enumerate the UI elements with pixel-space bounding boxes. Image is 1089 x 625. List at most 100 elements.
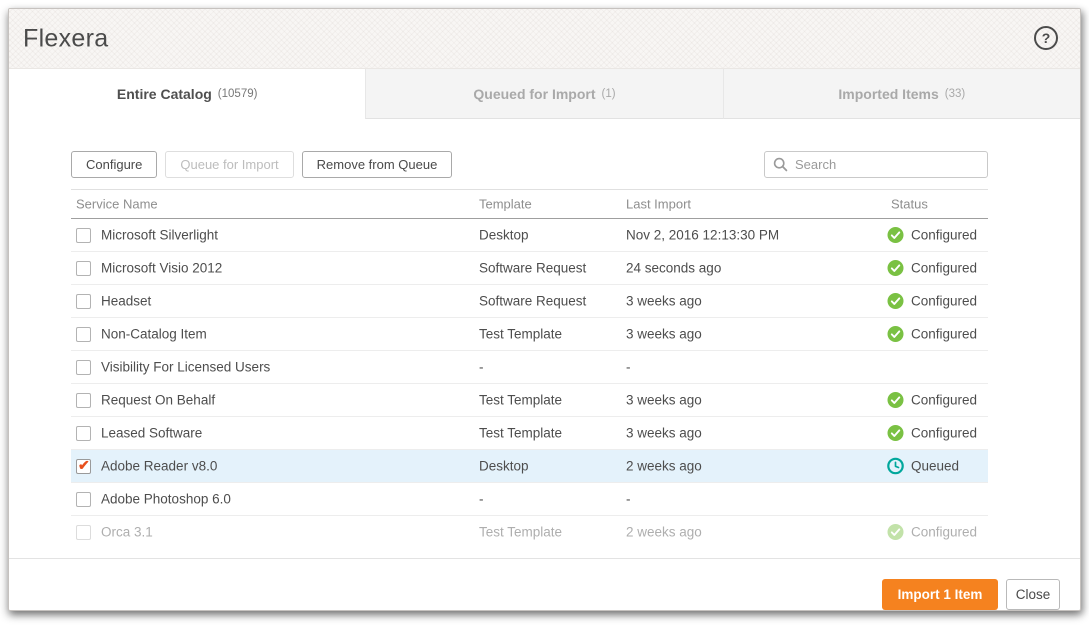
row-checkbox[interactable] xyxy=(76,393,91,408)
tab-count: (1) xyxy=(602,88,616,100)
status-cell: Configured xyxy=(887,293,977,310)
last-import-cell: 2 weeks ago xyxy=(626,525,702,540)
question-mark-circle-icon[interactable]: ? xyxy=(1034,26,1058,50)
service-name-cell: Microsoft Visio 2012 xyxy=(101,261,222,276)
last-import-cell: 3 weeks ago xyxy=(626,327,702,342)
status-cell: Configured xyxy=(887,392,977,409)
remove-from-queue-button[interactable]: Remove from Queue xyxy=(302,151,453,178)
column-header-last-import[interactable]: Last Import xyxy=(626,197,691,212)
check-circle-icon xyxy=(887,524,904,541)
service-name-cell: Microsoft Silverlight xyxy=(101,228,218,243)
table-row[interactable]: Adobe Reader v8.0 Desktop 2 weeks ago Qu… xyxy=(71,450,988,483)
close-button[interactable]: Close xyxy=(1006,579,1060,610)
status-cell: Configured xyxy=(887,524,977,541)
search-box xyxy=(764,151,988,178)
row-checkbox[interactable] xyxy=(76,360,91,375)
configure-button[interactable]: Configure xyxy=(71,151,157,178)
template-cell: Software Request xyxy=(479,294,586,309)
check-circle-icon xyxy=(887,293,904,310)
last-import-cell: - xyxy=(626,360,631,375)
queue-for-import-button[interactable]: Queue for Import xyxy=(165,151,293,178)
search-input[interactable] xyxy=(795,157,979,172)
service-name-cell: Adobe Reader v8.0 xyxy=(101,459,217,474)
template-cell: Test Template xyxy=(479,393,562,408)
tab-queued-for-import[interactable]: Queued for Import (1) xyxy=(365,69,722,119)
table-row[interactable]: Microsoft Visio 2012 Software Request 24… xyxy=(71,252,988,285)
search-icon xyxy=(773,157,788,172)
template-cell: - xyxy=(479,360,484,375)
last-import-cell: Nov 2, 2016 12:13:30 PM xyxy=(626,228,779,243)
clock-icon xyxy=(887,458,904,475)
template-cell: Software Request xyxy=(479,261,586,276)
tab-label: Imported Items xyxy=(838,86,938,102)
tab-label: Entire Catalog xyxy=(117,86,212,102)
service-name-cell: Visibility For Licensed Users xyxy=(101,360,270,375)
service-name-cell: Headset xyxy=(101,294,151,309)
status-cell: Configured xyxy=(887,425,977,442)
tab-content: Configure Queue for Import Remove from Q… xyxy=(9,119,1080,610)
last-import-cell: 3 weeks ago xyxy=(626,294,702,309)
template-cell: Test Template xyxy=(479,426,562,441)
row-checkbox[interactable] xyxy=(76,261,91,276)
service-name-cell: Request On Behalf xyxy=(101,393,215,408)
check-circle-icon xyxy=(887,326,904,343)
template-cell: - xyxy=(479,492,484,507)
table-row[interactable]: Adobe Photoshop 6.0 - - xyxy=(71,483,988,516)
footer-divider xyxy=(9,558,1080,559)
table-row[interactable]: Headset Software Request 3 weeks ago Con… xyxy=(71,285,988,318)
flexera-dialog: Flexera ? Entire Catalog (10579) Queued … xyxy=(8,8,1081,611)
last-import-cell: 3 weeks ago xyxy=(626,393,702,408)
row-checkbox[interactable] xyxy=(76,426,91,441)
row-checkbox[interactable] xyxy=(76,294,91,309)
column-header-service-name[interactable]: Service Name xyxy=(76,197,158,212)
table-row[interactable]: Microsoft Silverlight Desktop Nov 2, 201… xyxy=(71,219,988,252)
status-cell: Configured xyxy=(887,260,977,277)
status-label: Configured xyxy=(911,261,977,276)
template-cell: Test Template xyxy=(479,327,562,342)
check-circle-icon xyxy=(887,392,904,409)
app-title: Flexera xyxy=(23,24,108,53)
row-checkbox[interactable] xyxy=(76,459,91,474)
row-checkbox[interactable] xyxy=(76,327,91,342)
table-row[interactable]: Leased Software Test Template 3 weeks ag… xyxy=(71,417,988,450)
table-row[interactable]: Visibility For Licensed Users - - xyxy=(71,351,988,384)
status-cell: Configured xyxy=(887,326,977,343)
last-import-cell: 24 seconds ago xyxy=(626,261,721,276)
template-cell: Desktop xyxy=(479,228,529,243)
template-cell: Test Template xyxy=(479,525,562,540)
toolbar: Configure Queue for Import Remove from Q… xyxy=(71,151,988,178)
table-row[interactable]: Orca 3.1 Test Template 2 weeks ago Confi… xyxy=(71,516,988,542)
status-label: Configured xyxy=(911,294,977,309)
tab-label: Queued for Import xyxy=(473,86,595,102)
status-cell: Configured xyxy=(887,227,977,244)
service-name-cell: Non-Catalog Item xyxy=(101,327,207,342)
check-circle-icon xyxy=(887,425,904,442)
service-name-cell: Leased Software xyxy=(101,426,202,441)
tab-imported-items[interactable]: Imported Items (33) xyxy=(723,69,1080,119)
tab-entire-catalog[interactable]: Entire Catalog (10579) xyxy=(9,69,365,119)
import-items-button[interactable]: Import 1 Item xyxy=(882,579,998,610)
row-checkbox[interactable] xyxy=(76,228,91,243)
last-import-cell: 2 weeks ago xyxy=(626,459,702,474)
status-label: Queued xyxy=(911,459,959,474)
table-row[interactable]: Non-Catalog Item Test Template 3 weeks a… xyxy=(71,318,988,351)
status-label: Configured xyxy=(911,228,977,243)
check-circle-icon xyxy=(887,260,904,277)
check-circle-icon xyxy=(887,227,904,244)
status-cell: Queued xyxy=(887,458,959,475)
tab-count: (33) xyxy=(945,88,965,100)
status-label: Configured xyxy=(911,525,977,540)
table-body: Microsoft Silverlight Desktop Nov 2, 201… xyxy=(71,219,988,542)
column-header-status[interactable]: Status xyxy=(891,197,928,212)
row-checkbox[interactable] xyxy=(76,525,91,540)
last-import-cell: - xyxy=(626,492,631,507)
status-label: Configured xyxy=(911,327,977,342)
tab-count: (10579) xyxy=(218,88,258,100)
table-header: Service Name Template Last Import Status xyxy=(71,189,988,219)
table-row[interactable]: Request On Behalf Test Template 3 weeks … xyxy=(71,384,988,417)
service-name-cell: Adobe Photoshop 6.0 xyxy=(101,492,231,507)
app-header: Flexera ? xyxy=(9,9,1080,69)
row-checkbox[interactable] xyxy=(76,492,91,507)
status-label: Configured xyxy=(911,393,977,408)
column-header-template[interactable]: Template xyxy=(479,197,532,212)
